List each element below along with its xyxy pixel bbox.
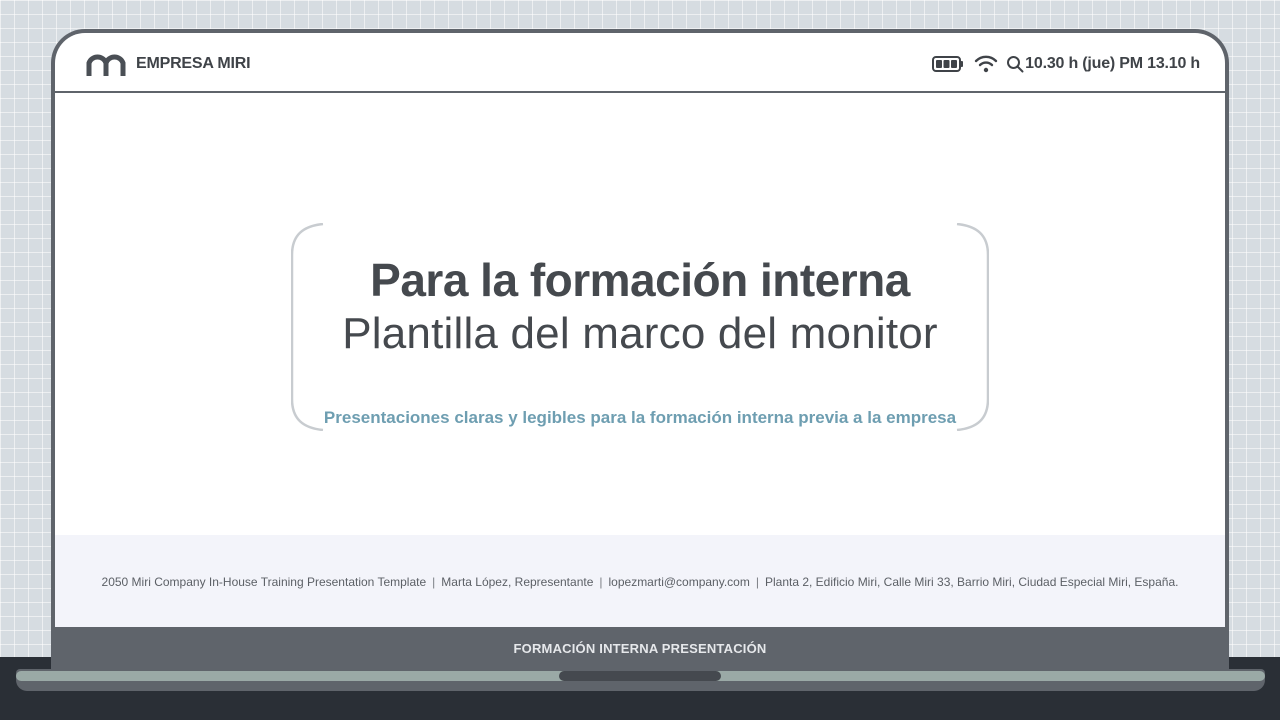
status-area: 10.30 h (jue) PM 13.10 h bbox=[932, 51, 1200, 77]
clock-text: 10.30 h (jue) PM 13.10 h bbox=[1025, 55, 1200, 72]
m-logo-icon bbox=[86, 54, 126, 76]
footer-email[interactable]: lopezmarti@company.com bbox=[609, 575, 750, 589]
footer-band: 2050 Miri Company In-House Training Pres… bbox=[55, 535, 1225, 627]
laptop-notch bbox=[559, 671, 721, 681]
footer-info: 2050 Miri Company In-House Training Pres… bbox=[55, 575, 1225, 589]
bezel-label: FORMACIÓN INTERNA PRESENTACIÓN bbox=[513, 641, 767, 656]
footer-representative: Marta López, Representante bbox=[441, 575, 594, 589]
top-menu-bar: EMPRESA MIRI 10.30 h (jue) PM 13.10 h bbox=[55, 33, 1225, 93]
tagline: Presentaciones claras y legibles para la… bbox=[323, 408, 957, 427]
footer-address: Planta 2, Edificio Miri, Calle Miri 33, … bbox=[764, 575, 1179, 589]
footer-separator: | bbox=[755, 575, 759, 589]
footer-separator: | bbox=[432, 575, 436, 589]
footer-template-name: 2050 Miri Company In-House Training Pres… bbox=[101, 575, 427, 589]
laptop-screen: EMPRESA MIRI 10.30 h (jue) PM 13.10 h Pa… bbox=[55, 33, 1225, 627]
footer-separator: | bbox=[599, 575, 603, 589]
wifi-icon[interactable] bbox=[974, 54, 998, 74]
search-icon[interactable] bbox=[1006, 55, 1024, 73]
page-subtitle: Plantilla del marco del monitor bbox=[342, 309, 938, 358]
company-name: EMPRESA MIRI bbox=[136, 55, 251, 72]
battery-icon bbox=[932, 56, 964, 72]
page-title: Para la formación interna bbox=[370, 254, 910, 306]
